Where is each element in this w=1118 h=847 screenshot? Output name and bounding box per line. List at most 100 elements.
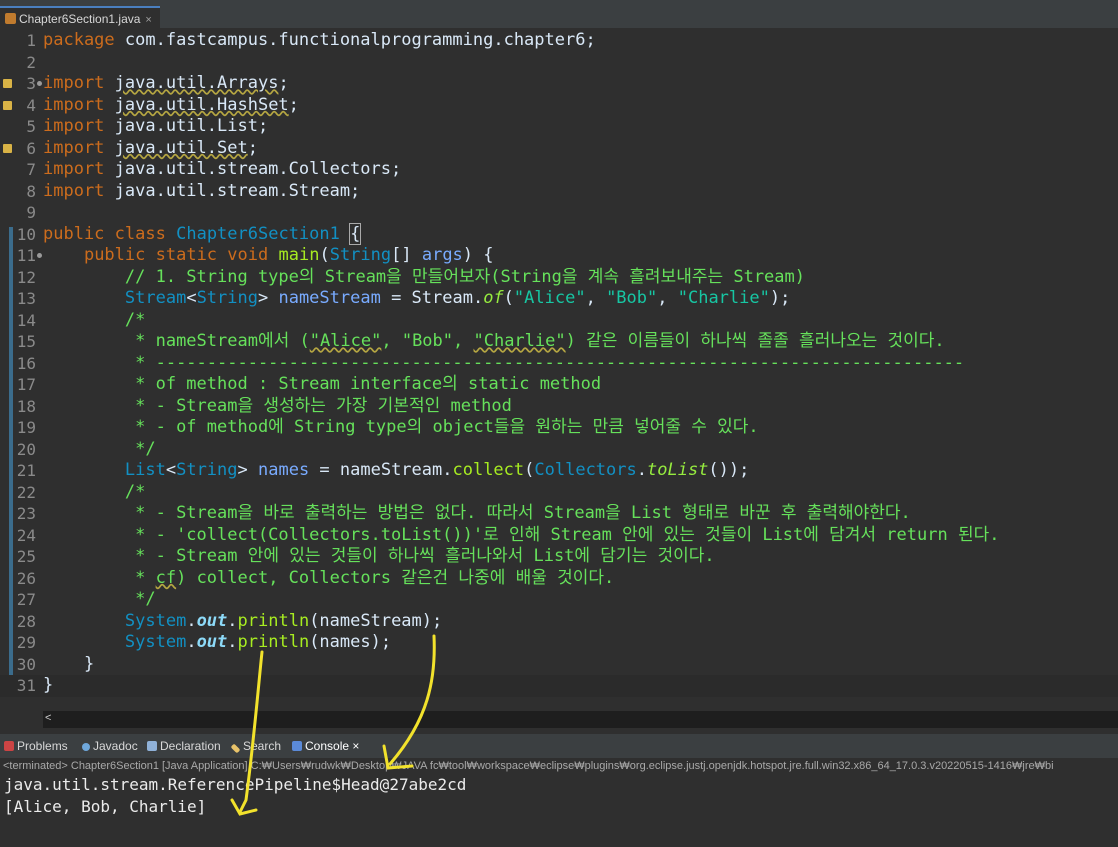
code-text: * of method : Stream interface의 static m… bbox=[124, 374, 602, 394]
code-text: System.out.println(nameStream); bbox=[124, 610, 443, 631]
code-text: * nameStream에서 ("Alice", "Bob", "Charlie… bbox=[124, 331, 945, 351]
line-number: 27 bbox=[16, 590, 36, 609]
code-line[interactable]: 2 bbox=[0, 52, 1118, 74]
terminated-status: <terminated> Chapter6Section1 [Java Appl… bbox=[0, 758, 1118, 774]
code-editor[interactable]: 1 package com.fastcampus.functionalprogra… bbox=[0, 28, 1118, 711]
code-text: import java.util.Arrays; bbox=[43, 73, 289, 93]
code-line[interactable]: 27 */ bbox=[0, 589, 1118, 611]
console-line-2: [Alice, Bob, Charlie] bbox=[4, 797, 207, 816]
line-number: 13 bbox=[16, 289, 36, 308]
code-line[interactable]: 13 Stream<String> nameStream = Stream.of… bbox=[0, 288, 1118, 310]
code-line[interactable]: 14 /* bbox=[0, 310, 1118, 332]
code-line[interactable]: 8 import java.util.stream.Stream; bbox=[0, 181, 1118, 203]
tab-problems[interactable]: Problems bbox=[4, 734, 68, 758]
code-line[interactable]: 6 import java.util.Set; bbox=[0, 138, 1118, 160]
close-console-icon[interactable]: × bbox=[352, 739, 359, 753]
javadoc-icon bbox=[82, 743, 90, 751]
tab-search[interactable]: Search bbox=[230, 734, 281, 758]
problems-icon bbox=[4, 741, 14, 751]
code-line[interactable]: 28 System.out.println(nameStream); bbox=[0, 611, 1118, 633]
search-icon bbox=[230, 743, 241, 754]
console-line-1: java.util.stream.ReferencePipeline$Head@… bbox=[4, 775, 467, 794]
line-number: 11 bbox=[16, 246, 36, 265]
line-number: 26 bbox=[16, 568, 36, 588]
code-text: import java.util.Set; bbox=[43, 137, 258, 158]
code-line[interactable]: 31} bbox=[0, 675, 1118, 697]
line-number: 14 bbox=[16, 310, 36, 330]
tab-declaration[interactable]: Declaration bbox=[147, 734, 221, 758]
line-number: 21 bbox=[16, 461, 36, 480]
code-text: public class Chapter6Section1 { bbox=[43, 222, 362, 245]
code-text: /* bbox=[124, 481, 146, 502]
scrollbar-track[interactable] bbox=[43, 711, 1118, 728]
code-text: * - of method에 String type의 object들을 원하는… bbox=[124, 417, 759, 437]
line-number: 23 bbox=[16, 504, 36, 523]
code-line[interactable]: 25 * - Stream 안에 있는 것들이 하나씩 흘러나와서 List에 … bbox=[0, 546, 1118, 568]
code-line[interactable]: 26 * cf) collect, Collectors 같은건 나중에 배울 … bbox=[0, 568, 1118, 590]
code-line[interactable]: 17 * of method : Stream interface의 stati… bbox=[0, 374, 1118, 396]
code-text: * --------------------------------------… bbox=[124, 352, 965, 373]
declaration-icon bbox=[147, 741, 157, 751]
line-number: 2 bbox=[26, 52, 36, 72]
line-number: 10 bbox=[16, 224, 36, 244]
code-line[interactable]: 22 /* bbox=[0, 482, 1118, 504]
code-text: } bbox=[43, 653, 95, 674]
line-number: 25 bbox=[16, 547, 36, 566]
code-line[interactable]: 4 import java.util.HashSet; bbox=[0, 95, 1118, 117]
scroll-left-icon[interactable]: < bbox=[45, 712, 51, 724]
code-text: public static void main(String[] args) { bbox=[83, 245, 494, 265]
code-text: List<String> names = nameStream.collect(… bbox=[124, 460, 750, 480]
line-number: 15 bbox=[16, 332, 36, 351]
code-line[interactable]: 30 } bbox=[0, 654, 1118, 676]
warning-icon[interactable] bbox=[3, 100, 12, 110]
code-line[interactable]: 5 import java.util.List; bbox=[0, 116, 1118, 138]
tab-declaration-label: Declaration bbox=[160, 739, 221, 753]
line-number: 31 bbox=[16, 676, 36, 695]
code-line[interactable]: 10 public class Chapter6Section1 { bbox=[0, 222, 1118, 246]
code-text: import java.util.stream.Collectors; bbox=[43, 159, 402, 179]
editor-horizontal-scrollbar[interactable]: < bbox=[0, 711, 1118, 728]
warning-icon[interactable] bbox=[3, 143, 12, 153]
code-text: * - Stream을 생성하는 가장 기본적인 method bbox=[124, 395, 512, 416]
line-number: 12 bbox=[16, 267, 36, 287]
code-text: * - Stream 안에 있는 것들이 하나씩 흘러나와서 List에 담기는… bbox=[124, 546, 715, 566]
code-line[interactable]: 3 import java.util.Arrays; bbox=[0, 73, 1118, 95]
console-output[interactable]: java.util.stream.ReferencePipeline$Head@… bbox=[0, 774, 1118, 847]
tab-javadoc[interactable]: Javadoc bbox=[82, 734, 138, 758]
tab-javadoc-label: Javadoc bbox=[93, 739, 138, 753]
line-number: 29 bbox=[16, 633, 36, 652]
close-tab-icon[interactable]: × bbox=[145, 14, 151, 26]
code-line[interactable]: 23 * - Stream을 바로 출력하는 방법은 없다. 따라서 Strea… bbox=[0, 503, 1118, 525]
code-line[interactable]: 19 * - of method에 String type의 object들을 … bbox=[0, 417, 1118, 439]
line-number: 5 bbox=[26, 117, 36, 136]
editor-tab[interactable]: Chapter6Section1.java × bbox=[0, 6, 160, 28]
line-number: 22 bbox=[16, 482, 36, 502]
code-line[interactable]: 18 * - Stream을 생성하는 가장 기본적인 method bbox=[0, 396, 1118, 418]
code-line[interactable]: 12 // 1. String type의 Stream을 만들어보자(Stri… bbox=[0, 267, 1118, 289]
editor-tab-bar: Chapter6Section1.java × bbox=[0, 0, 1118, 28]
fold-toggle-icon[interactable] bbox=[37, 253, 42, 258]
fold-toggle-icon[interactable] bbox=[37, 81, 42, 86]
code-line[interactable]: 29 System.out.println(names); bbox=[0, 632, 1118, 654]
code-text: * - Stream을 바로 출력하는 방법은 없다. 따라서 Stream을 … bbox=[124, 503, 911, 523]
code-text: */ bbox=[124, 438, 156, 459]
code-text: import java.util.HashSet; bbox=[43, 94, 299, 115]
code-line[interactable]: 21 List<String> names = nameStream.colle… bbox=[0, 460, 1118, 482]
code-line[interactable]: 16 * -----------------------------------… bbox=[0, 353, 1118, 375]
code-line[interactable]: 7 import java.util.stream.Collectors; bbox=[0, 159, 1118, 181]
code-line[interactable]: 15 * nameStream에서 ("Alice", "Bob", "Char… bbox=[0, 331, 1118, 353]
bottom-panel-tabs: Problems Javadoc Declaration Search Cons… bbox=[0, 734, 1118, 758]
tab-problems-label: Problems bbox=[17, 739, 68, 753]
code-line[interactable]: 1 package com.fastcampus.functionalprogra… bbox=[0, 30, 1118, 52]
code-line[interactable]: 11 public static void main(String[] args… bbox=[0, 245, 1118, 267]
warning-icon[interactable] bbox=[3, 79, 12, 88]
tab-console[interactable]: Console × bbox=[292, 734, 359, 758]
code-text: System.out.println(names); bbox=[124, 632, 392, 652]
code-line[interactable]: 9 bbox=[0, 202, 1118, 224]
code-line[interactable]: 24 * - 'collect(Collectors.toList())'로 인… bbox=[0, 525, 1118, 547]
line-number: 16 bbox=[16, 353, 36, 373]
line-number: 8 bbox=[26, 181, 36, 201]
code-line[interactable]: 20 */ bbox=[0, 439, 1118, 461]
line-number: 28 bbox=[16, 611, 36, 631]
code-text: import java.util.List; bbox=[43, 116, 269, 136]
